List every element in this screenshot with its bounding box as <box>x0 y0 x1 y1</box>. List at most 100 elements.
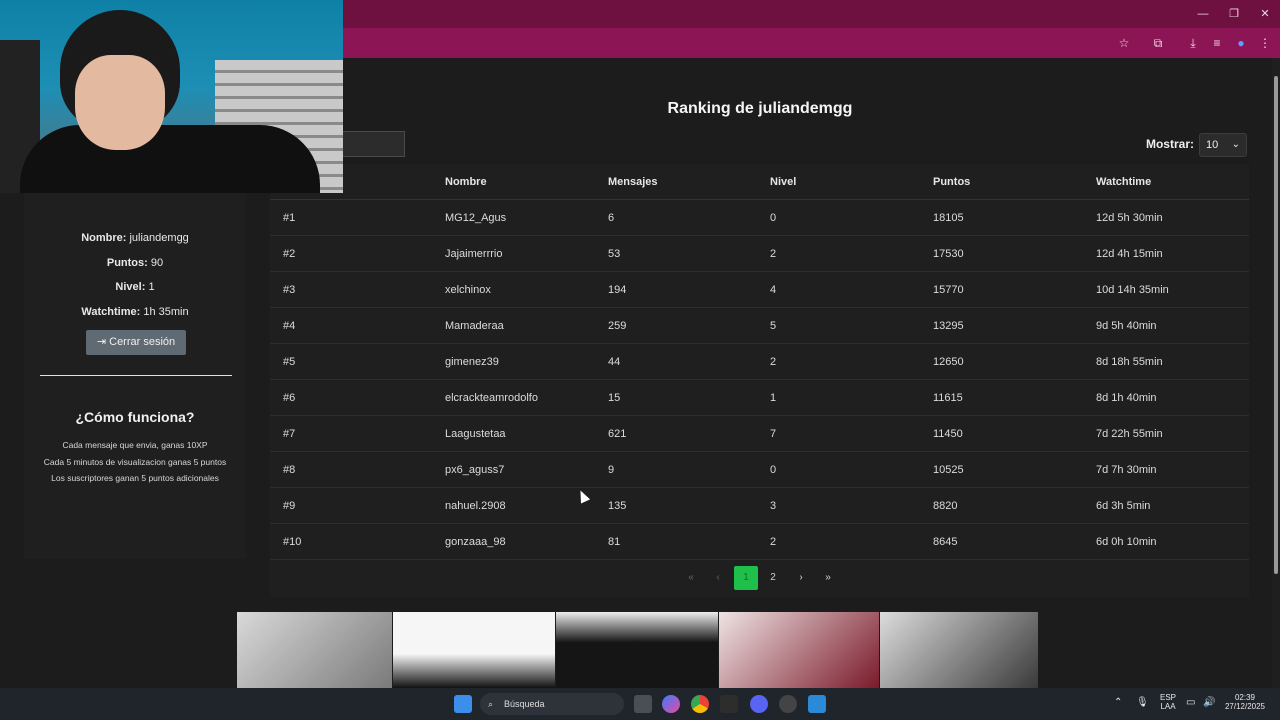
logout-label: Cerrar sesión <box>109 336 176 348</box>
username-cell: xelchinox <box>445 284 491 296</box>
network-icon[interactable]: ▭ <box>1186 697 1195 708</box>
points-cell: 8820 <box>933 500 958 512</box>
clock[interactable]: 02:39 27/12/2025 <box>1222 693 1268 711</box>
profile-name: Nombre: juliandemgg <box>24 232 246 244</box>
windows-start-icon[interactable] <box>454 695 472 713</box>
media-icon[interactable]: ≡ <box>1208 34 1226 52</box>
minimize-button[interactable]: — <box>1193 6 1213 22</box>
ad-banner[interactable] <box>237 612 1038 688</box>
language-code: ESP <box>1159 693 1176 702</box>
rank-cell: #3 <box>283 284 296 296</box>
rank-cell: #1 <box>283 212 296 224</box>
microphone-icon[interactable]: 🎙 <box>1136 697 1149 708</box>
messages-cell: 81 <box>608 536 621 548</box>
language-indicator[interactable]: ESP LAA <box>1156 693 1180 711</box>
watchtime-cell: 8d 18h 55min <box>1096 356 1163 368</box>
column-header-points[interactable]: Puntos <box>933 176 970 188</box>
ad-image-phone-case[interactable] <box>237 612 392 688</box>
page-2-button[interactable]: 2 <box>761 566 785 590</box>
profile-name-label: Nombre: <box>81 232 127 244</box>
watchtime-cell: 6d 3h 5min <box>1096 500 1151 512</box>
username-cell: px6_aguss7 <box>445 464 505 476</box>
logout-button[interactable]: ⇥ Cerrar sesión <box>86 330 186 355</box>
copilot-icon[interactable] <box>662 695 680 713</box>
level-cell: 1 <box>770 392 777 404</box>
webcam-person-face <box>75 55 165 150</box>
chevron-up-icon[interactable]: ⌃ <box>1114 697 1122 708</box>
how-it-works-line: Los suscriptores ganan 5 puntos adiciona… <box>51 473 219 483</box>
maximize-button[interactable]: ❐ <box>1224 6 1244 22</box>
profile-points-value: 90 <box>150 257 164 269</box>
extensions-icon[interactable]: ⧉ <box>1149 34 1167 52</box>
points-cell: 8645 <box>933 536 958 548</box>
volume-icon[interactable]: 🔊 <box>1203 697 1215 708</box>
app-icon[interactable] <box>720 695 738 713</box>
logout-icon: ⇥ <box>96 336 110 348</box>
close-button[interactable]: ✕ <box>1255 6 1275 22</box>
search-icon: ⌕ <box>488 699 494 709</box>
messages-cell: 6 <box>608 212 615 224</box>
points-cell: 11450 <box>933 428 963 440</box>
column-header-watchtime[interactable]: Watchtime <box>1096 176 1151 188</box>
watchtime-cell: 7d 22h 55min <box>1096 428 1163 440</box>
webcam-person-body <box>20 125 320 193</box>
how-it-works-line: Cada 5 minutos de visualizacion ganas 5 … <box>43 457 227 467</box>
watchtime-cell: 8d 1h 40min <box>1096 392 1157 404</box>
level-cell: 3 <box>770 500 777 512</box>
taskbar-search[interactable]: ⌕ Búsqueda <box>480 693 624 715</box>
rank-cell: #6 <box>283 392 296 404</box>
profile-watchtime: Watchtime: 1h 35min <box>24 306 246 318</box>
ad-image-sneakers[interactable] <box>393 612 555 688</box>
webcam-overlay <box>0 0 343 193</box>
rank-cell: #2 <box>283 248 296 260</box>
username-cell: Jajaimerrrio <box>445 248 503 260</box>
rank-cell: #7 <box>283 428 296 440</box>
points-cell: 18105 <box>933 212 964 224</box>
profile-card <box>24 193 246 559</box>
next-page-button[interactable]: › <box>789 566 813 590</box>
search-input[interactable] <box>343 131 405 157</box>
app-icon-3[interactable] <box>808 695 826 713</box>
level-cell: 0 <box>770 464 777 476</box>
divider <box>40 375 232 376</box>
points-cell: 10525 <box>933 464 964 476</box>
watchtime-cell: 12d 4h 15min <box>1096 248 1163 260</box>
prev-page-button[interactable]: ‹ <box>706 566 730 590</box>
ad-image-hoodie[interactable] <box>556 612 718 688</box>
page-1-button[interactable]: 1 <box>734 566 758 590</box>
page-size-select[interactable]: 10 ⌄ <box>1199 133 1247 157</box>
app-icon-2[interactable] <box>779 695 797 713</box>
column-header-name[interactable]: Nombre <box>445 176 487 188</box>
points-cell: 17530 <box>933 248 964 260</box>
profile-level-value: 1 <box>148 281 155 293</box>
ad-image-clothing[interactable] <box>719 612 879 688</box>
username-cell: Mamaderaa <box>445 320 504 332</box>
first-page-button[interactable]: « <box>679 566 703 590</box>
messages-cell: 9 <box>608 464 615 476</box>
username-cell: elcrackteamrodolfo <box>445 392 538 404</box>
menu-icon[interactable]: ⋮ <box>1256 34 1274 52</box>
column-header-messages[interactable]: Mensajes <box>608 176 658 188</box>
profile-level: Nivel: 1 <box>24 281 246 293</box>
messages-cell: 621 <box>608 428 627 440</box>
username-cell: nahuel.2908 <box>445 500 506 512</box>
messages-cell: 44 <box>608 356 621 368</box>
level-cell: 7 <box>770 428 777 440</box>
discord-icon[interactable] <box>750 695 768 713</box>
rank-cell: #10 <box>283 536 302 548</box>
username-cell: MG12_Agus <box>445 212 507 224</box>
scrollbar-thumb[interactable] <box>1274 76 1278 574</box>
chrome-icon[interactable] <box>691 695 709 713</box>
username-cell: gimenez39 <box>445 356 499 368</box>
level-cell: 5 <box>770 320 777 332</box>
profile-level-label: Nivel: <box>115 281 146 293</box>
profile-watchtime-label: Watchtime: <box>81 306 141 318</box>
profile-icon[interactable]: ● <box>1232 34 1250 52</box>
task-view-icon[interactable] <box>634 695 652 713</box>
download-icon[interactable]: ⤓ <box>1184 34 1202 52</box>
column-header-level[interactable]: Nivel <box>770 176 796 188</box>
last-page-button[interactable]: » <box>816 566 840 590</box>
ad-image-watch[interactable] <box>880 612 1038 688</box>
rank-cell: #8 <box>283 464 296 476</box>
star-icon[interactable]: ☆ <box>1115 34 1133 52</box>
